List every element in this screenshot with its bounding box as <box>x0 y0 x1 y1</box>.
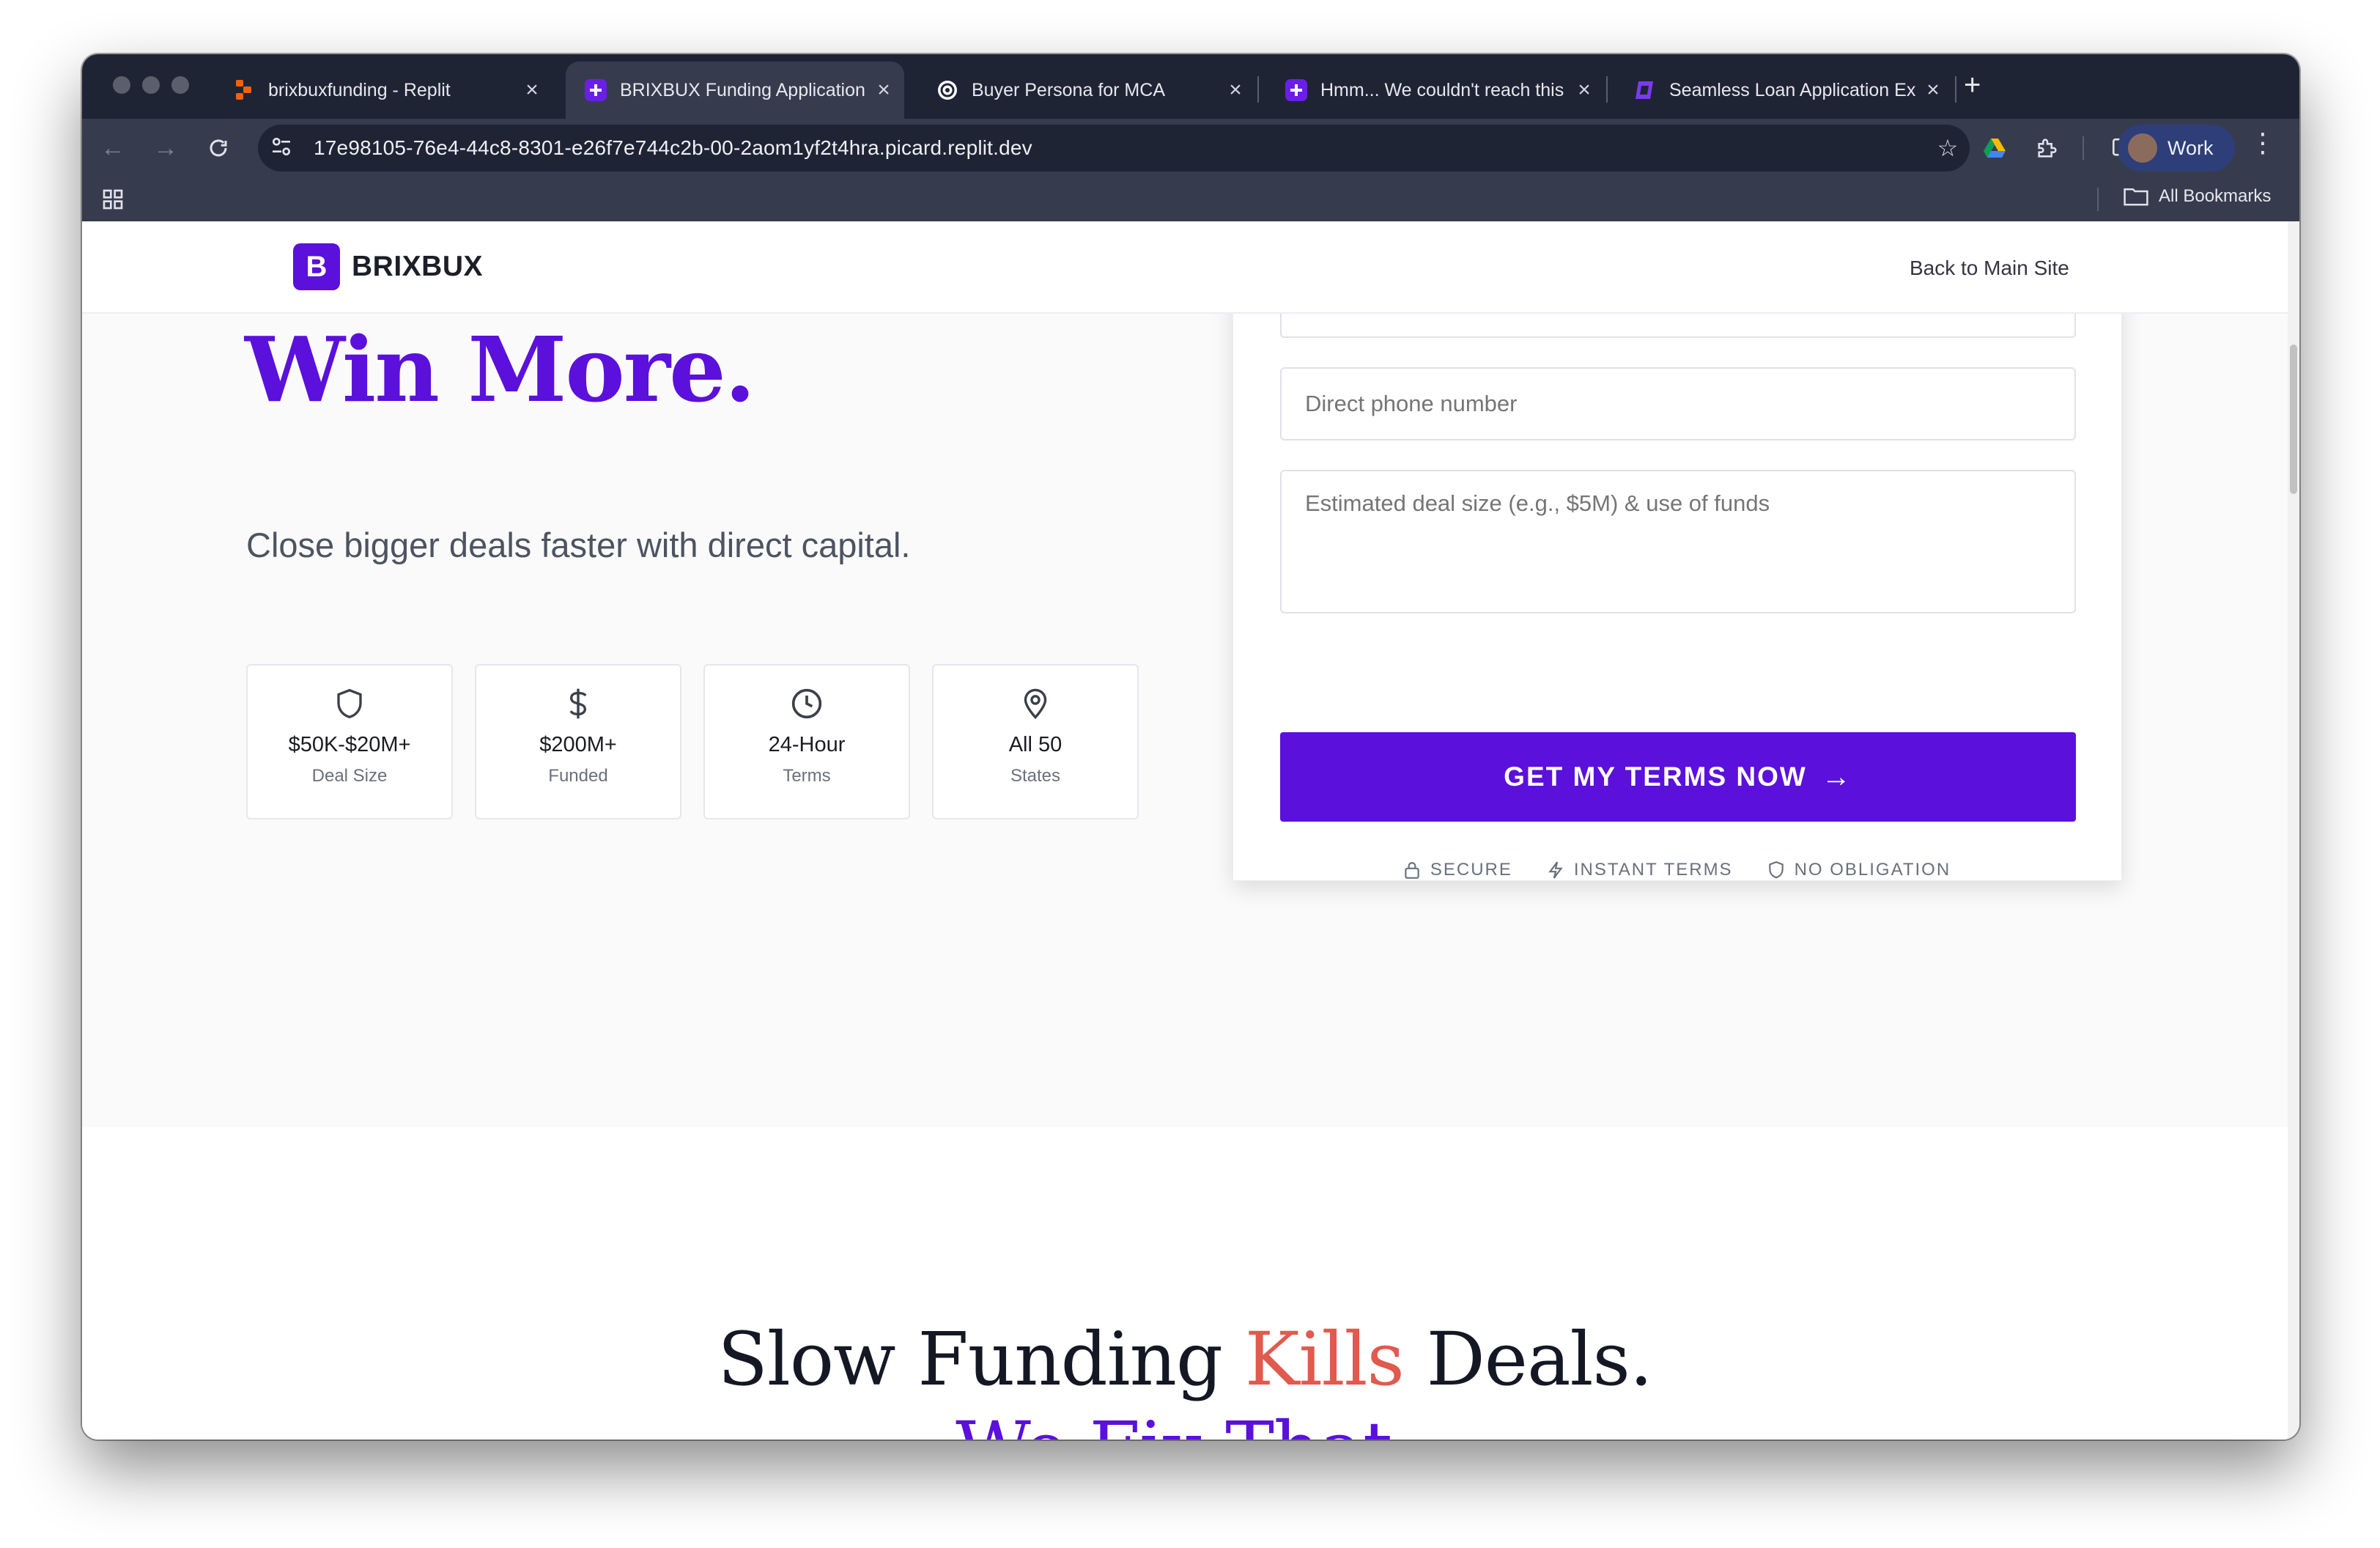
tab-title: Hmm... We couldn't reach this page <box>1320 79 1570 100</box>
close-tab-icon[interactable]: × <box>1570 78 1599 103</box>
stat-label: States <box>1010 766 1061 786</box>
problem-section: Slow Funding Kills Deals. We Fix That. <box>82 1127 2288 1440</box>
shield-icon <box>248 688 451 721</box>
dollar-icon <box>476 688 680 721</box>
map-pin-icon <box>934 688 1137 721</box>
browser-window: brixbuxfunding - Replit × BRIXBUX Fundin… <box>82 54 2299 1440</box>
stat-card-states: All 50 States <box>932 664 1139 819</box>
reload-icon[interactable] <box>199 129 237 167</box>
url-text[interactable]: 17e98105-76e4-44c8-8301-e26f7e744c2b-00-… <box>314 136 1926 160</box>
tab-title: Seamless Loan Application Ex <box>1669 79 1916 100</box>
section-heading: Slow Funding Kills Deals. <box>717 1316 1652 1402</box>
arrow-right-icon: → <box>1821 760 1852 793</box>
page-viewport: Win More. Close bigger deals faster with… <box>82 221 2288 1440</box>
clock-icon <box>705 688 909 721</box>
tab-strip: brixbuxfunding - Replit × BRIXBUX Fundin… <box>82 54 2299 119</box>
phone-field[interactable] <box>1280 367 2076 441</box>
get-terms-button[interactable]: GET MY TERMS NOW → <box>1280 732 2076 822</box>
apps-grid-icon[interactable] <box>101 188 125 215</box>
tab-seamless-loan[interactable]: Seamless Loan Application Ex × <box>1615 62 1954 119</box>
trust-badges: SECURE INSTANT TERMS NO OBLIGATION <box>1233 860 2121 880</box>
stat-label: Deal Size <box>311 766 388 786</box>
close-tab-icon[interactable]: × <box>1918 78 1948 103</box>
stat-value: 24-Hour <box>768 733 846 756</box>
lock-icon <box>1405 862 1419 879</box>
tab-title: BRIXBUX Funding Application <box>620 79 865 100</box>
new-tab-button[interactable]: + <box>1964 69 1981 102</box>
stat-card-terms: 24-Hour Terms <box>703 664 910 819</box>
trust-badge-instant: INSTANT TERMS <box>1548 860 1733 880</box>
stat-value: $200M+ <box>539 733 617 756</box>
trust-badge-label: NO OBLIGATION <box>1794 860 1951 880</box>
all-bookmarks-label: All Bookmarks <box>2159 186 2272 206</box>
browser-menu-icon[interactable]: ⋮ <box>2250 128 2276 158</box>
back-to-main-site-link[interactable]: Back to Main Site <box>1910 257 2069 280</box>
brand-name: BRIXBUX <box>352 251 484 282</box>
avatar <box>2128 133 2157 163</box>
section-subheading: We Fix That. <box>82 1406 2288 1440</box>
all-bookmarks-button[interactable]: All Bookmarks <box>2124 186 2271 207</box>
bookmark-star-icon[interactable]: ☆ <box>1926 134 1970 162</box>
trust-badge-secure: SECURE <box>1404 860 1512 880</box>
forward-arrow-icon[interactable]: → <box>147 129 185 167</box>
profile-label: Work <box>2168 136 2214 159</box>
shield-icon <box>1768 861 1784 879</box>
stat-value: $50K-$20M+ <box>288 733 411 756</box>
hero-title: Win More. <box>245 317 755 422</box>
close-tab-icon[interactable]: × <box>869 78 898 103</box>
folder-icon <box>2124 188 2148 206</box>
google-drive-icon[interactable] <box>1977 130 2012 166</box>
trust-badge-label: SECURE <box>1430 860 1512 880</box>
tab-replit[interactable]: brixbuxfunding - Replit × <box>214 62 552 119</box>
trust-badge-no-obligation: NO OBLIGATION <box>1768 860 1951 880</box>
brixbux-icon <box>585 79 607 101</box>
zap-icon <box>1548 861 1563 879</box>
page-scrollbar[interactable] <box>2288 221 2299 1440</box>
tab-buyer-persona[interactable]: Buyer Persona for MCA × <box>917 62 1256 119</box>
brand-logo[interactable]: B BRIXBUX <box>293 243 483 290</box>
site-settings-icon[interactable] <box>270 135 299 162</box>
close-tab-icon[interactable]: × <box>517 78 547 103</box>
tab-title: Buyer Persona for MCA <box>972 79 1165 100</box>
address-bar[interactable]: 17e98105-76e4-44c8-8301-e26f7e744c2b-00-… <box>258 125 1970 172</box>
get-terms-label: GET MY TERMS NOW <box>1504 762 1807 792</box>
seamless-icon <box>1634 79 1656 101</box>
bookmarks-bar: All Bookmarks <box>82 177 2299 221</box>
tab-brixbux-application[interactable]: BRIXBUX Funding Application × <box>566 62 904 119</box>
brixbux-icon <box>1285 79 1307 101</box>
back-arrow-icon[interactable]: ← <box>94 129 132 167</box>
stat-label: Terms <box>783 766 831 786</box>
site-header: B BRIXBUX Back to Main Site <box>82 221 2288 314</box>
hero-subtitle: Close bigger deals faster with direct ca… <box>246 526 911 564</box>
browser-toolbar: ← → 17e98105-76e4-44c8-8301-e26f7e744c2b… <box>82 119 2299 177</box>
toolbar-divider <box>2082 136 2084 160</box>
deal-size-field[interactable] <box>1280 470 2076 613</box>
tab-title: brixbuxfunding - Replit <box>268 79 451 100</box>
scrollbar-thumb[interactable] <box>2290 344 2297 494</box>
stat-value: All 50 <box>1008 733 1062 756</box>
zoom-window-button[interactable] <box>171 76 189 94</box>
close-window-button[interactable] <box>113 76 130 94</box>
brand-mark-icon: B <box>293 243 340 290</box>
tab-unreachable-page[interactable]: Hmm... We couldn't reach this page × <box>1266 62 1605 119</box>
replit-icon <box>233 79 255 101</box>
stat-label: Funded <box>548 766 608 786</box>
highlight-word: Kills <box>1244 1316 1405 1402</box>
trust-badge-label: INSTANT TERMS <box>1573 860 1733 880</box>
openai-icon <box>936 79 958 101</box>
minimize-window-button[interactable] <box>142 76 160 94</box>
extensions-puzzle-icon[interactable] <box>2030 130 2065 166</box>
stat-card-deal-size: $50K-$20M+ Deal Size <box>246 664 453 819</box>
stat-card-funded: $200M+ Funded <box>475 664 681 819</box>
close-tab-icon[interactable]: × <box>1221 78 1250 103</box>
profile-button[interactable]: Work <box>2118 125 2235 172</box>
funding-form-card: GET MY TERMS NOW → SECURE INSTANT TERMS … <box>1232 221 2122 881</box>
